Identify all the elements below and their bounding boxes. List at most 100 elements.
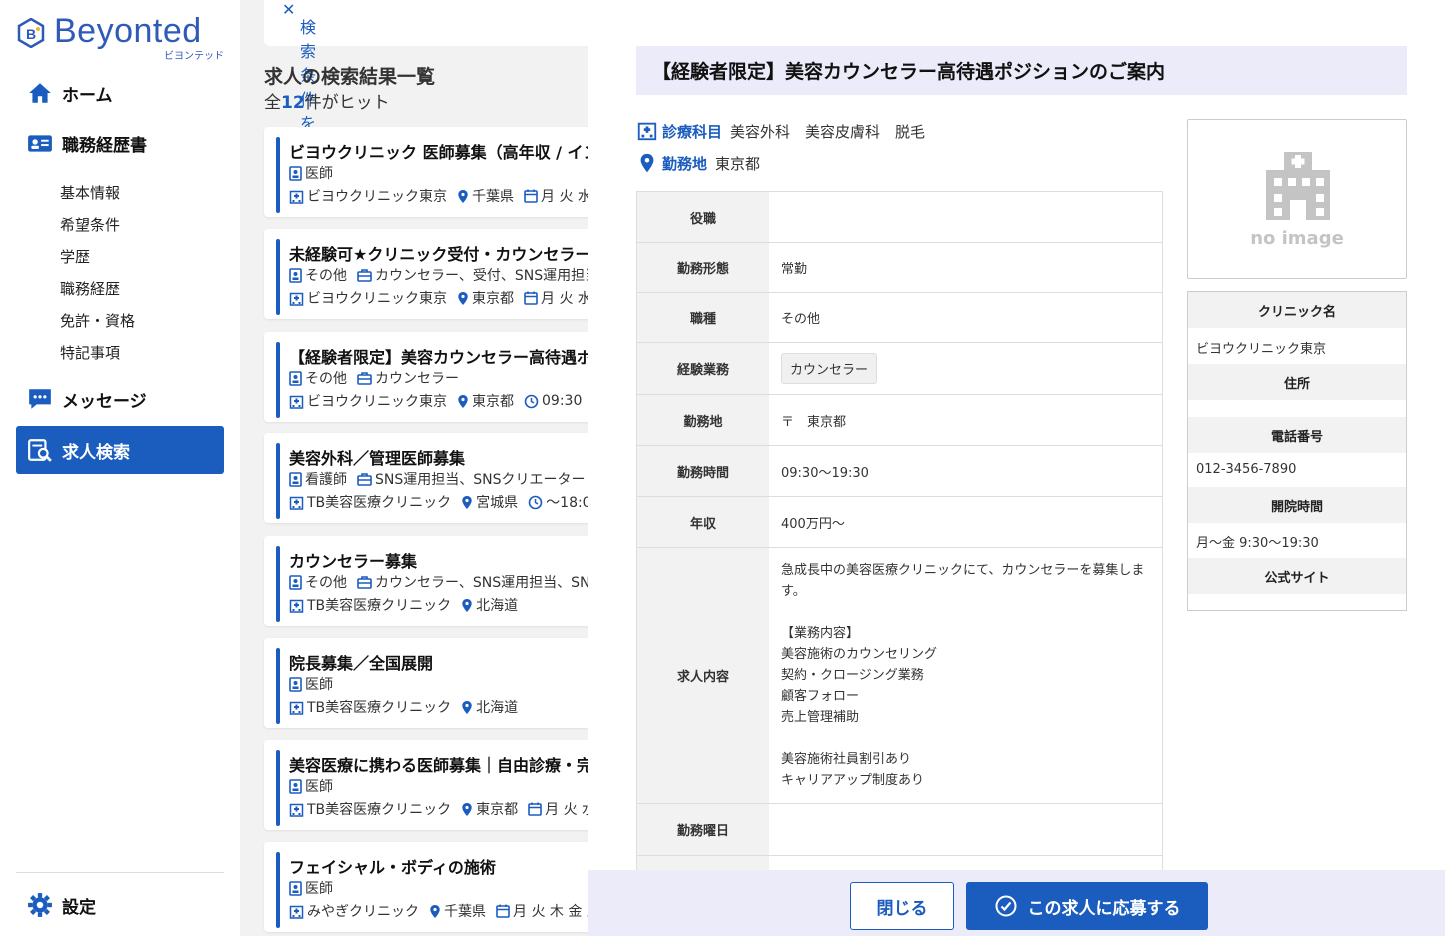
job-clinic: TB美容医療クリニック — [289, 799, 451, 819]
job-card[interactable]: ビヨウクリニック 医師募集（高年収 / イン 医師 ビヨウクリニック東京 千葉県月 火… — [264, 127, 590, 217]
map-pin-icon — [458, 189, 468, 203]
job-card[interactable]: 院長募集／全国展開 医師 TB美容医療クリニック 北海道 — [264, 638, 590, 728]
detail-label: 勤務時間 — [637, 446, 769, 496]
detail-label — [637, 856, 769, 870]
location-row: 勤務地 東京都 — [636, 152, 760, 174]
job-meta-row: ビヨウクリニック東京 千葉県月 火 水 — [289, 186, 590, 206]
job-meta-row: 医師 — [289, 878, 343, 898]
close-button[interactable]: 閉じる — [850, 882, 954, 930]
logo-subtext: ビヨンテッド — [164, 51, 224, 62]
job-role: 医師 — [289, 776, 333, 796]
job-location: 東京都 — [461, 799, 518, 819]
calendar-icon — [524, 291, 538, 305]
close-search-label[interactable]: ✕ 検索条件を閉じる — [282, 0, 316, 205]
job-clinic: みやぎクリニック — [289, 901, 419, 921]
sidebar-sub-work-history[interactable]: 職務経歴 — [60, 278, 120, 299]
close-search-conditions[interactable]: ✕ 検索条件を閉じる — [264, 0, 590, 205]
sidebar-sub-notes[interactable]: 特記事項 — [60, 342, 120, 363]
job-location: 千葉県 — [429, 901, 486, 921]
experience-tag: カウンセラー — [781, 353, 878, 384]
job-location: 東京都 — [457, 391, 514, 411]
clinic-name: ビヨウクリニック東京 — [1196, 342, 1327, 357]
sidebar-divider — [16, 872, 224, 873]
job-card[interactable]: フェイシャル・ボディの施術医師みやぎクリニック千葉県月 火 木 金 土 — [264, 842, 590, 932]
sidebar-sub-basic-info[interactable]: 基本情報 — [60, 182, 120, 203]
detail-label: 年収 — [637, 497, 769, 547]
job-clinic: ビヨウクリニック東京 — [289, 391, 447, 411]
job-meta-row: TB美容医療クリニック 北海道 — [289, 595, 528, 615]
job-meta-row: ビヨウクリニック東京 東京都 09:30 — [289, 391, 590, 411]
job-clinic: TB美容医療クリニック — [289, 595, 451, 615]
badge-icon — [289, 676, 302, 692]
job-role: 医師 — [289, 878, 333, 898]
nav-home[interactable]: ホーム — [16, 69, 224, 117]
hospital-icon — [637, 122, 657, 141]
detail-row-next — [637, 856, 1162, 870]
detail-value — [769, 192, 1162, 242]
job-clinic: ビヨウクリニック東京 — [289, 288, 447, 308]
calendar-icon — [528, 802, 542, 816]
sidebar-sub-education[interactable]: 学歴 — [60, 246, 90, 267]
job-card[interactable]: 未経験可★クリニック受付・カウンセラー その他 カウンセラー、受付、SNS運用担当ビ… — [264, 229, 590, 319]
nav-settings[interactable]: 設定 — [16, 881, 224, 929]
department-values: 美容外科 美容皮膚科 脱毛 — [730, 122, 926, 141]
job-card[interactable]: カウンセラー募集 その他 カウンセラー、SNS運用担当、SN TB美容医療クリニック北… — [264, 536, 590, 626]
detail-value: 常勤 — [781, 262, 808, 277]
modal-footer: 閉じる この求人に応募する — [588, 870, 1445, 936]
job-role: その他 — [289, 572, 347, 592]
nav-messages[interactable]: メッセージ — [16, 375, 224, 423]
department-label: 診療科目 — [662, 122, 723, 141]
job-tags: SNS運用担当、SNSクリエーター — [357, 469, 586, 489]
job-description-text: 急成長中の美容医療クリニックにて、カウンセラーを募集します。 【業務内容】 美容… — [781, 563, 1145, 788]
apply-button[interactable]: この求人に応募する — [966, 882, 1208, 930]
nav-job-search-label: 求人検索 — [62, 442, 130, 463]
job-days: 月 火 水 — [524, 288, 590, 308]
nav-resume[interactable]: 職務経歴書 — [16, 119, 224, 167]
job-meta-row: 看護師 SNS運用担当、SNSクリエーター — [289, 469, 590, 489]
job-title: 美容医療に携わる医師募集｜自由診療・完 — [289, 756, 590, 775]
apply-button-label: この求人に応募する — [1027, 898, 1181, 919]
nav-job-search[interactable]: 求人検索 — [16, 426, 224, 474]
map-pin-icon — [462, 802, 472, 816]
gear-icon — [26, 891, 54, 919]
badge-icon — [289, 370, 302, 386]
calendar-icon — [496, 904, 510, 918]
job-days: 月 火 水 — [524, 186, 590, 206]
detail-value: その他 — [781, 312, 821, 327]
job-title: 美容外科／管理医師募集 — [289, 449, 466, 468]
map-pin-icon — [430, 904, 440, 918]
sidebar-sub-licenses[interactable]: 免許・資格 — [60, 310, 135, 331]
clinic-hours: 月〜金 9:30〜19:30 — [1196, 536, 1319, 551]
detail-value: 400万円〜 — [781, 516, 845, 532]
sidebar-sub-preferences[interactable]: 希望条件 — [60, 214, 120, 235]
detail-label: 勤務地 — [637, 395, 769, 445]
building-icon — [1266, 152, 1330, 220]
clinic-phone: 012-3456-7890 — [1196, 462, 1297, 477]
map-pin-icon — [640, 153, 654, 173]
search-results-panel: ✕ 検索条件を閉じる 求人の検索結果一覧 全12件がヒット ビヨウクリニック 医… — [240, 0, 590, 936]
app-logo[interactable]: B Beyonted ビヨンテッド — [16, 12, 231, 62]
hospital-icon — [289, 190, 304, 204]
no-image-text: no image — [1250, 228, 1344, 249]
clock-icon — [524, 394, 539, 408]
detail-label: 勤務形態 — [637, 243, 769, 292]
home-icon — [26, 79, 54, 107]
hospital-icon — [289, 292, 304, 306]
clinic-phone-label: 電話番号 — [1188, 417, 1406, 453]
job-meta-row: TB美容医療クリニック 東京都月 火 水 — [289, 799, 590, 819]
job-days: 月 火 木 金 土 — [496, 901, 590, 921]
job-location: 千葉県 — [457, 186, 514, 206]
job-card[interactable]: 【経験者限定】美容カウンセラー高待遇ポ その他 カウンセラー ビヨウクリニック東京 東京… — [264, 332, 590, 422]
briefcase-icon — [357, 473, 372, 486]
job-meta-row: その他 カウンセラー、受付、SNS運用担当 — [289, 265, 590, 285]
job-role: 看護師 — [289, 469, 347, 489]
job-days: 月 火 水 — [528, 799, 590, 819]
badge-icon — [289, 165, 302, 181]
job-location: 北海道 — [461, 697, 518, 717]
job-meta-row: 医師 — [289, 776, 343, 796]
id-card-icon — [26, 129, 54, 157]
check-circle-icon — [995, 895, 1016, 917]
job-meta-row: ビヨウクリニック東京 東京都月 火 水 — [289, 288, 590, 308]
job-card[interactable]: 美容医療に携わる医師募集｜自由診療・完 医師 TB美容医療クリニック 東京都月 火 水 — [264, 740, 590, 830]
job-card[interactable]: 美容外科／管理医師募集 看護師 SNS運用担当、SNSクリエーター TB美容医療クリニ… — [264, 433, 590, 523]
